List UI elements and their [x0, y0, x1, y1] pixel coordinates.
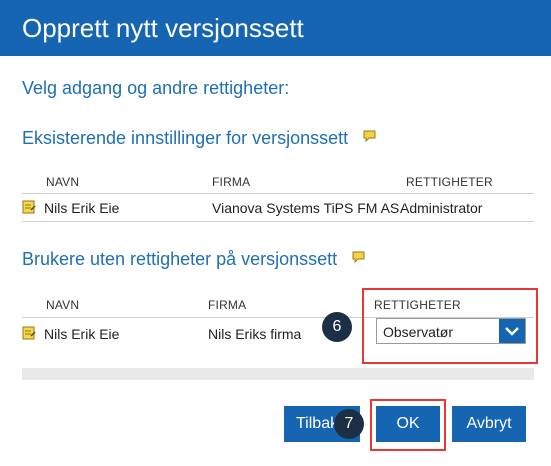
row-name: Nils Erik Eie — [44, 326, 120, 342]
dialog-title: Opprett nytt versjonssett — [0, 0, 551, 56]
ok-button[interactable]: OK — [376, 406, 440, 442]
row-rights: Administrator — [400, 200, 483, 216]
instructions-heading: Velg adgang og andre rettigheter: — [22, 78, 289, 99]
column-header-rights: RETTIGHETER — [406, 175, 493, 189]
comment-icon[interactable] — [363, 130, 376, 142]
existing-settings-heading: Eksisterende innstillinger for versjonss… — [22, 128, 376, 149]
chevron-down-icon[interactable] — [499, 319, 525, 343]
step-badge-7: 7 — [334, 409, 364, 439]
row-name: Nils Erik Eie — [44, 200, 120, 216]
table-header: NAVN FIRMA RETTIGHETER — [22, 290, 534, 318]
column-header-rights: RETTIGHETER — [374, 298, 461, 312]
column-header-company: FIRMA — [208, 298, 247, 312]
table-row[interactable]: Nils Erik Eie Vianova Systems TiPS FM AS… — [22, 194, 534, 222]
table-header: NAVN FIRMA RETTIGHETER — [22, 168, 534, 194]
instructions-heading-text: Velg adgang og andre rettigheter: — [22, 78, 290, 98]
existing-settings-table: NAVN FIRMA RETTIGHETER Nils Erik Eie Via… — [22, 168, 534, 222]
step-badge-6: 6 — [322, 312, 352, 342]
cancel-button[interactable]: Avbryt — [452, 406, 526, 442]
scrollbar-track[interactable] — [22, 368, 534, 380]
column-header-name: NAVN — [46, 175, 80, 189]
existing-settings-heading-text: Eksisterende innstillinger for versjonss… — [22, 128, 349, 148]
users-without-rights-heading-text: Brukere uten rettigheter på versjonssett — [22, 249, 338, 269]
rights-dropdown-value: Observatør — [383, 324, 454, 340]
users-without-rights-heading: Brukere uten rettigheter på versjonssett — [22, 249, 365, 270]
rights-dropdown[interactable]: Observatør — [376, 318, 526, 344]
comment-icon[interactable] — [352, 251, 365, 263]
row-company: Vianova Systems TiPS FM AS — [212, 200, 400, 216]
column-header-company: FIRMA — [212, 175, 251, 189]
user-note-icon — [22, 200, 36, 214]
row-company: Nils Eriks firma — [208, 326, 302, 342]
user-note-icon — [22, 326, 36, 340]
column-header-name: NAVN — [46, 298, 80, 312]
